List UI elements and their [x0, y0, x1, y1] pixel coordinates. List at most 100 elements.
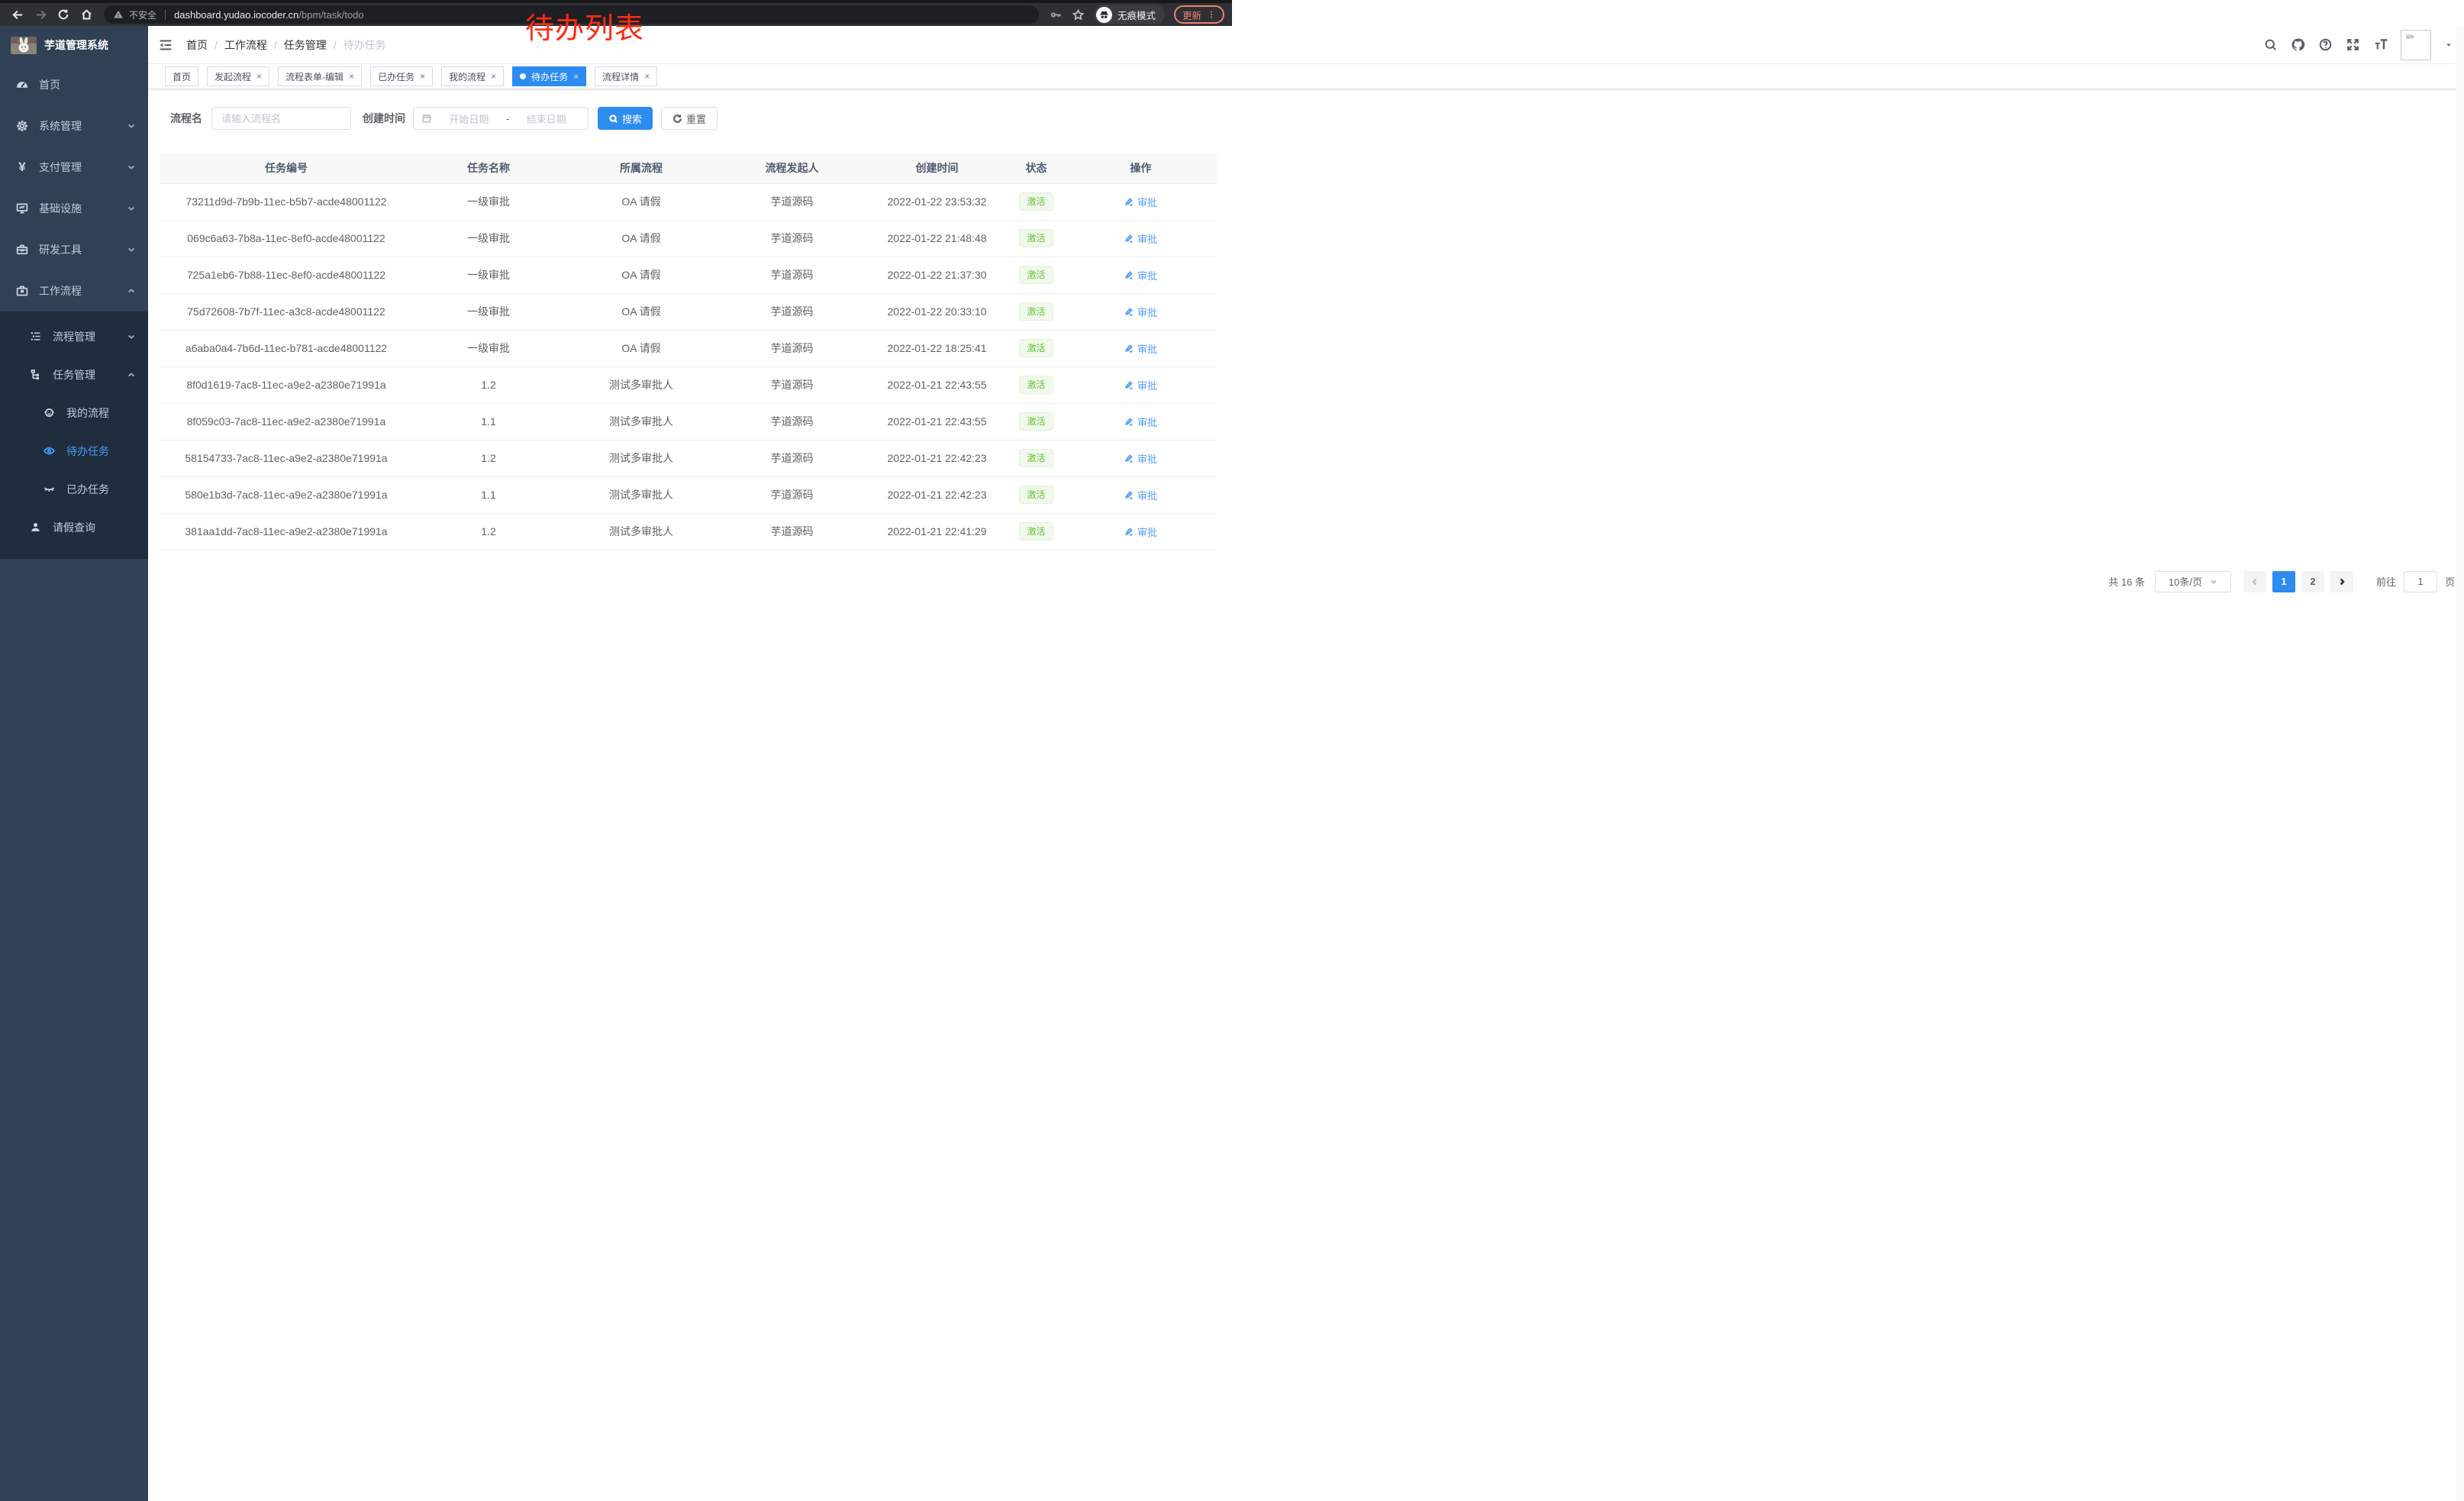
password-key-icon[interactable] — [1050, 8, 1063, 21]
yen-icon: ¥ — [15, 160, 29, 174]
page-button-2[interactable]: 2 — [2301, 571, 2324, 592]
sidebar-item-process-management[interactable]: 流程管理 — [0, 318, 148, 356]
cell-create-time: 2022-01-22 23:53:32 — [866, 183, 1008, 220]
view-tab[interactable]: 已办任务 × — [370, 66, 433, 86]
approve-link[interactable]: 审批 — [1124, 231, 1157, 246]
cell-task-id: 381aa1dd-7ac8-11ec-a9e2-a2380e71991a — [160, 513, 412, 550]
approve-link[interactable]: 审批 — [1124, 525, 1157, 539]
sidebar-item-infrastructure[interactable]: 基础设施 — [0, 188, 148, 229]
table-row: a6aba0a4-7b6d-11ec-b781-acde48001122 一级审… — [160, 330, 1217, 366]
col-status: 状态 — [1008, 153, 1065, 183]
approve-link[interactable]: 审批 — [1124, 451, 1157, 466]
browser-home-button[interactable] — [76, 5, 96, 24]
reset-button[interactable]: 重置 — [661, 107, 718, 130]
tab-close-icon[interactable]: × — [256, 72, 262, 81]
table-row: 580e1b3d-7ac8-11ec-a9e2-a2380e71991a 1.1… — [160, 476, 1217, 513]
chevron-down-icon — [127, 204, 136, 213]
app-logo-row[interactable]: 芋道管理系统 — [0, 26, 148, 64]
pencil-icon — [1124, 197, 1134, 207]
address-bar[interactable]: 不安全 dashboard.yudao.iocoder.cn/bpm/task/… — [104, 5, 1039, 24]
eye-closed-icon — [43, 483, 56, 496]
cell-task-name: 一级审批 — [412, 220, 565, 257]
tab-close-icon[interactable]: × — [644, 72, 650, 81]
approve-link[interactable]: 审批 — [1124, 341, 1157, 356]
sidebar-item-todo-tasks[interactable]: 待办任务 — [0, 432, 148, 470]
pencil-icon — [1124, 380, 1134, 390]
refresh-small-icon — [672, 114, 682, 124]
bookmark-star-icon[interactable] — [1072, 8, 1085, 21]
filter-row: 流程名 创建时间 开始日期 - 结束日期 搜索 — [170, 107, 2456, 130]
cell-actions: 审批 — [1065, 330, 1217, 366]
tab-close-icon[interactable]: × — [420, 72, 425, 81]
tab-close-icon[interactable]: × — [573, 72, 579, 81]
search-icon[interactable] — [2263, 37, 2278, 52]
cell-process: OA 请假 — [565, 330, 718, 366]
browser-reload-button[interactable] — [53, 5, 73, 24]
tab-close-icon[interactable]: × — [349, 72, 354, 81]
view-tab[interactable]: 待办任务 × — [512, 66, 586, 86]
fullscreen-icon[interactable] — [2346, 37, 2360, 52]
help-icon[interactable] — [2318, 37, 2333, 52]
calendar-icon — [421, 113, 432, 124]
approve-link[interactable]: 审批 — [1124, 415, 1157, 429]
breadcrumb-workflow[interactable]: 工作流程 — [224, 37, 267, 53]
github-icon[interactable] — [2291, 37, 2305, 52]
next-page-button[interactable] — [2330, 571, 2353, 592]
cell-create-time: 2022-01-21 22:43:55 — [866, 403, 1008, 440]
view-tab[interactable]: 发起流程 × — [207, 66, 269, 86]
security-label: 不安全 — [129, 8, 156, 21]
browser-back-button[interactable] — [8, 5, 27, 24]
approve-link[interactable]: 审批 — [1124, 195, 1157, 209]
url-text: dashboard.yudao.iocoder.cn/bpm/task/todo — [174, 9, 364, 21]
sidebar-item-payment[interactable]: ¥ 支付管理 — [0, 147, 148, 188]
page-size-select[interactable]: 10条/页 — [2155, 571, 2231, 592]
user-avatar[interactable] — [2401, 30, 2431, 60]
approve-link[interactable]: 审批 — [1124, 488, 1157, 502]
view-tab[interactable]: 我的流程 × — [441, 66, 504, 86]
sidebar-item-home[interactable]: 首页 — [0, 64, 148, 105]
browser-update-button[interactable]: 更新 — [1174, 5, 1224, 24]
active-tab-dot — [520, 73, 526, 79]
cell-task-name: 1.2 — [412, 513, 565, 550]
sidebar-item-devtools[interactable]: 研发工具 — [0, 229, 148, 270]
table-header-row: 任务编号 任务名称 所属流程 流程发起人 创建时间 状态 操作 — [160, 153, 1217, 183]
view-tab[interactable]: 流程表单-编辑 × — [278, 66, 362, 86]
monitor-icon — [15, 202, 29, 215]
cell-status: 激活 — [1008, 513, 1065, 550]
prev-page-button[interactable] — [2243, 571, 2266, 592]
browser-menu-dots-icon[interactable] — [1207, 10, 1216, 19]
sidebar-item-done-tasks[interactable]: 已办任务 — [0, 470, 148, 508]
process-name-label: 流程名 — [170, 111, 202, 126]
page-button-1[interactable]: 1 — [2272, 571, 2295, 592]
sidebar-item-task-management[interactable]: 任务管理 — [0, 356, 148, 394]
cell-task-id: 73211d9d-7b9b-11ec-b5b7-acde48001122 — [160, 183, 412, 220]
tab-close-icon[interactable]: × — [491, 72, 496, 81]
col-process: 所属流程 — [565, 153, 718, 183]
view-tab[interactable]: 流程详情 × — [595, 66, 657, 86]
breadcrumb-home[interactable]: 首页 — [186, 37, 208, 53]
date-range-picker[interactable]: 开始日期 - 结束日期 — [413, 107, 589, 130]
view-tab[interactable]: 首页 — [165, 66, 198, 86]
cell-status: 激活 — [1008, 366, 1065, 403]
browser-forward-button[interactable] — [31, 5, 50, 24]
window-scrollbar-gutter[interactable] — [2456, 26, 2464, 1501]
table-row: 8f0d1619-7ac8-11ec-a9e2-a2380e71991a 1.2… — [160, 366, 1217, 403]
process-name-input[interactable] — [211, 107, 351, 130]
avatar-caret-down-icon[interactable] — [2444, 40, 2453, 50]
breadcrumb-task-management[interactable]: 任务管理 — [284, 37, 327, 53]
goto-page-input[interactable] — [2404, 571, 2437, 592]
cell-starter: 芋道源码 — [718, 440, 866, 476]
sidebar-item-system[interactable]: 系统管理 — [0, 105, 148, 147]
page-content: 流程名 创建时间 开始日期 - 结束日期 搜索 — [148, 89, 2464, 1501]
font-size-icon[interactable] — [2373, 37, 2388, 52]
sidebar-item-my-process[interactable]: 我的流程 — [0, 394, 148, 432]
sidebar-collapse-icon[interactable] — [157, 37, 174, 53]
sidebar-item-workflow[interactable]: 工作流程 — [0, 270, 148, 311]
cell-task-id: 725a1eb6-7b88-11ec-8ef0-acde48001122 — [160, 257, 412, 293]
approve-link[interactable]: 审批 — [1124, 305, 1157, 319]
sidebar: 芋道管理系统 首页 系统管理 ¥ 支付管理 — [0, 26, 148, 1501]
approve-link[interactable]: 审批 — [1124, 378, 1157, 392]
search-button[interactable]: 搜索 — [598, 107, 653, 130]
approve-link[interactable]: 审批 — [1124, 268, 1157, 282]
sidebar-item-leave-query[interactable]: 请假查询 — [0, 508, 148, 547]
